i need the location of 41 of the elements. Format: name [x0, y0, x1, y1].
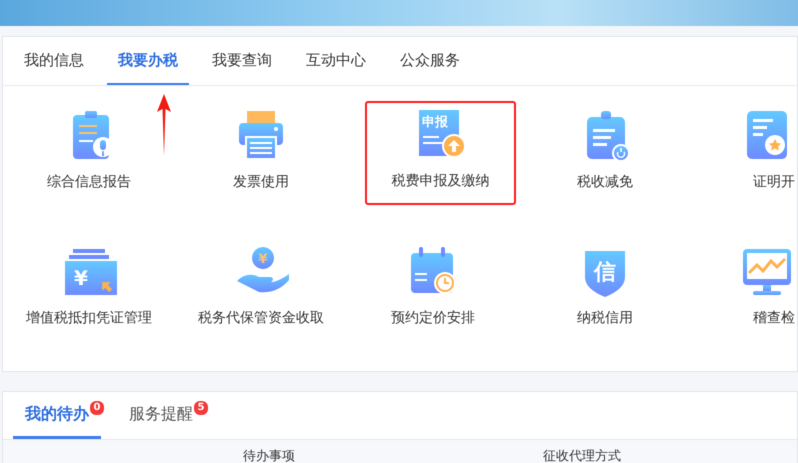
service-label: 预约定价安排	[391, 309, 475, 327]
calendar-clock-icon	[411, 247, 456, 294]
icon-text: 信	[594, 260, 616, 285]
nav-tab[interactable]: 我的信息	[13, 37, 95, 85]
service-label: 税收减免	[577, 173, 633, 191]
service-item[interactable]: 税收减免	[519, 101, 691, 237]
nav-tab[interactable]: 公众服务	[389, 37, 471, 85]
service-item[interactable]: 申报 税费申报及缴纳	[365, 101, 516, 205]
nav-tab[interactable]: 我要办税	[107, 37, 189, 85]
nav-tab[interactable]: 互动中心	[295, 37, 377, 85]
count-badge: 5	[193, 400, 209, 416]
monitor-chart-icon	[743, 249, 791, 295]
service-item[interactable]: ¥ 增值税抵扣凭证管理	[3, 237, 175, 371]
report-upload-icon	[418, 110, 466, 158]
service-item[interactable]: 稽查检	[691, 237, 797, 371]
printer-icon	[239, 111, 283, 160]
column-header: 待办事项	[243, 448, 296, 463]
service-item[interactable]: ¥ 税务代保管资金收取	[175, 237, 347, 371]
service-label: 证明开	[753, 173, 795, 191]
clipboard-power-icon	[587, 111, 630, 162]
count-badge: 0	[89, 400, 105, 416]
service-label: 纳税信用	[577, 309, 633, 327]
service-label: 综合信息报告	[47, 173, 131, 191]
service-item[interactable]: 信 纳税信用	[519, 237, 691, 371]
icon-text: 申报	[422, 115, 448, 130]
service-label: 稽查检	[753, 309, 795, 327]
service-item[interactable]: 发票使用	[175, 101, 347, 237]
service-label: 发票使用	[233, 173, 289, 191]
service-item[interactable]: 预约定价安排	[347, 237, 519, 371]
column-header: 征收代理方式	[543, 448, 622, 463]
service-item[interactable]: 证明开	[691, 101, 797, 237]
service-item[interactable]: 综合信息报告	[3, 101, 175, 237]
icon-text: ¥	[258, 252, 268, 267]
hand-coin-icon	[237, 247, 289, 292]
voucher-card-icon	[65, 249, 117, 295]
service-label: 增值税抵扣凭证管理	[26, 309, 152, 327]
service-label: 税费申报及缴纳	[392, 172, 490, 190]
service-label: 税务代保管资金收取	[198, 309, 324, 327]
shield-icon	[585, 251, 625, 297]
nav-tab[interactable]: 我要查询	[201, 37, 283, 85]
icon-text: ¥	[74, 266, 88, 290]
